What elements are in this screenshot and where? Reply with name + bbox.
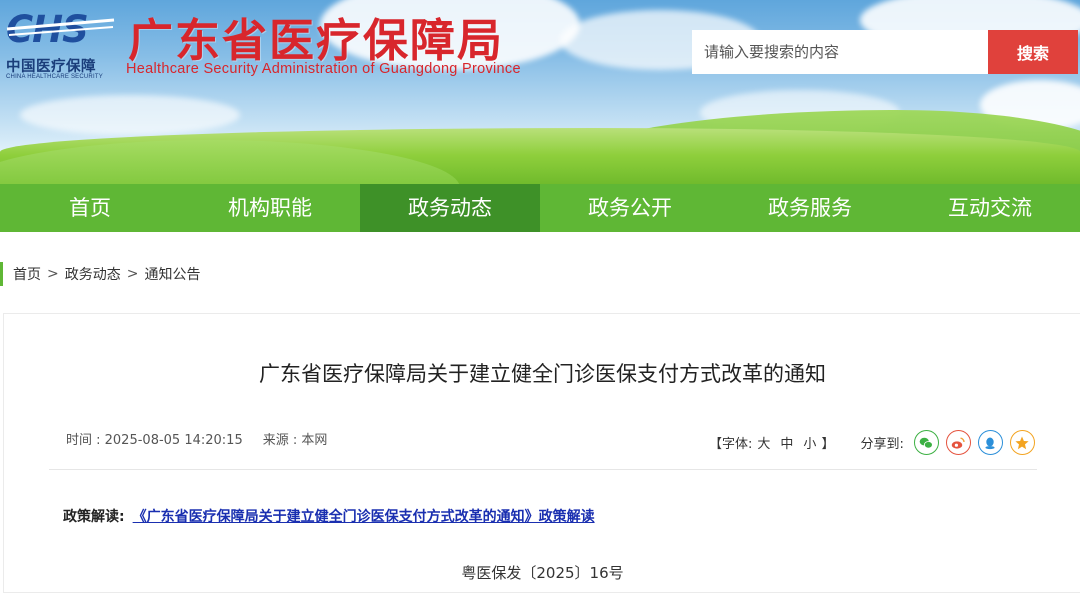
wechat-icon[interactable] — [913, 430, 939, 455]
breadcrumb-news[interactable]: 政务动态 — [65, 264, 121, 284]
share-label: 分享到: — [860, 437, 904, 452]
article-meta: 时间 : 2025-08-05 14:20:15 来源 : 本网 — [66, 429, 327, 448]
qq-icon[interactable] — [977, 430, 1003, 455]
qzone-icon[interactable] — [1009, 430, 1035, 455]
weibo-icon[interactable] — [945, 430, 971, 455]
document-number: 粤医保发〔2025〕16号 — [461, 564, 624, 582]
policy-interpretation: 政策解读: 《广东省医疗保障局关于建立健全门诊医保支付方式改革的通知》政策解读 — [63, 506, 595, 526]
article-title: 广东省医疗保障局关于建立健全门诊医保支付方式改革的通知 — [259, 362, 826, 386]
font-size-small[interactable]: 小 — [803, 433, 816, 452]
article-tools: 【字体: 大 中 小 】 分享到: — [709, 430, 1042, 455]
cloud-decoration — [20, 95, 240, 135]
breadcrumb-separator: > — [47, 266, 59, 282]
breadcrumb: 首页 > 政务动态 > 通知公告 — [0, 262, 200, 286]
logo-en-text: CHINA HEALTHCARE SECURITY — [6, 74, 103, 80]
wechat-glyph — [920, 437, 934, 448]
search-button[interactable]: 搜索 — [988, 30, 1078, 74]
qzone-star-glyph — [1015, 436, 1029, 449]
font-size-bracket: 】 — [821, 437, 835, 452]
chs-logo-mark: CHS — [6, 8, 115, 48]
chs-logo[interactable]: CHS 中国医疗保障 CHINA HEALTHCARE SECURITY — [4, 8, 116, 80]
font-size-large[interactable]: 大 — [757, 433, 770, 452]
nav-item-home[interactable]: 首页 — [0, 184, 180, 232]
logo-cn-text: 中国医疗保障 — [6, 59, 96, 75]
site-subtitle: Healthcare Security Administration of Gu… — [126, 61, 521, 77]
font-size-label: 【字体: — [709, 437, 753, 452]
nav-item-interaction[interactable]: 互动交流 — [900, 184, 1080, 232]
qq-glyph — [985, 437, 995, 449]
publish-time: 时间 : 2025-08-05 14:20:15 — [66, 433, 243, 448]
nav-item-services[interactable]: 政务服务 — [720, 184, 900, 232]
font-size-medium[interactable]: 中 — [780, 433, 793, 452]
nav-item-disclosure[interactable]: 政务公开 — [540, 184, 720, 232]
breadcrumb-home[interactable]: 首页 — [13, 264, 41, 284]
search-input[interactable] — [692, 30, 988, 74]
breadcrumb-separator: > — [126, 266, 139, 282]
weibo-glyph — [952, 437, 966, 449]
main-nav: 首页 机构职能 政务动态 政务公开 政务服务 互动交流 — [0, 184, 1080, 232]
nav-item-news[interactable]: 政务动态 — [360, 184, 540, 232]
policy-link[interactable]: 《广东省医疗保障局关于建立健全门诊医保支付方式改革的通知》政策解读 — [133, 509, 595, 525]
policy-label: 政策解读: — [63, 509, 125, 525]
meta-divider — [49, 469, 1037, 470]
nav-item-organization[interactable]: 机构职能 — [180, 184, 360, 232]
header-banner: CHS 中国医疗保障 CHINA HEALTHCARE SECURITY 广东省… — [0, 0, 1080, 184]
breadcrumb-notices[interactable]: 通知公告 — [144, 264, 200, 284]
article-card: 广东省医疗保障局关于建立健全门诊医保支付方式改革的通知 时间 : 2025-08… — [3, 313, 1080, 593]
site-title: 广东省医疗保障局 — [128, 14, 505, 67]
article-source: 来源 : 本网 — [262, 433, 328, 448]
